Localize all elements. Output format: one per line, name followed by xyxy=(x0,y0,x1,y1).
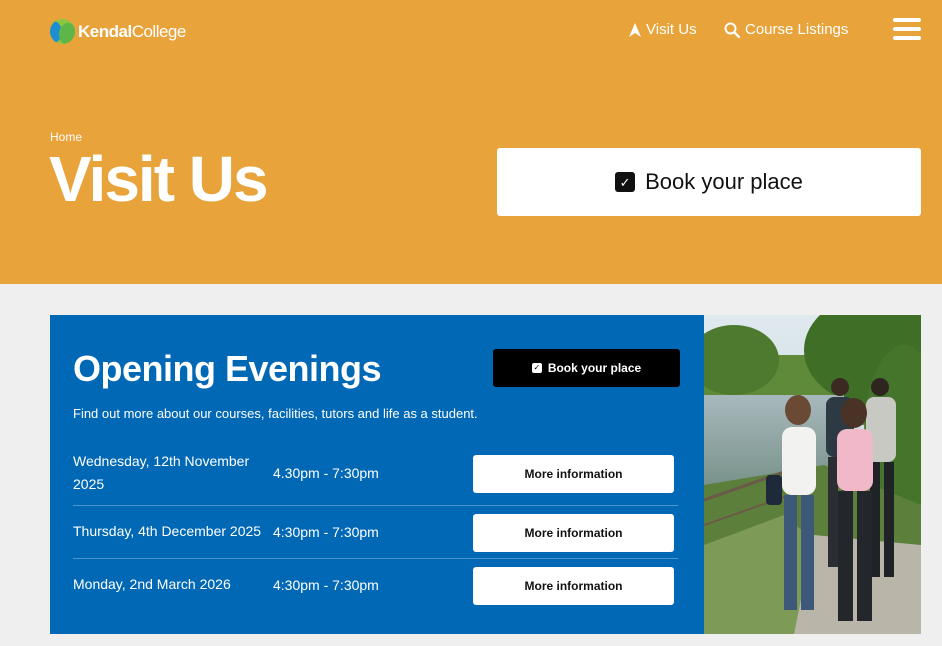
nav-course-listings[interactable]: Course Listings xyxy=(724,21,848,38)
navigation-arrow-icon xyxy=(629,22,641,37)
nav-visit-us-label: Visit Us xyxy=(646,21,697,38)
event-row: Thursday, 4th December 2025 4:30pm - 7:3… xyxy=(73,506,678,559)
events-book-label: Book your place xyxy=(547,361,642,375)
checkbox-icon: ✓ xyxy=(531,363,542,373)
more-information-button[interactable]: More information xyxy=(473,455,674,493)
more-information-button[interactable]: More information xyxy=(473,514,674,552)
opening-evenings-panel: Opening Evenings ✓ Book your place Find … xyxy=(50,315,704,634)
events-book-your-place-button[interactable]: ✓ Book your place xyxy=(493,349,680,387)
event-date: Wednesday, 12th November 2025 xyxy=(73,453,250,492)
breadcrumb-home[interactable]: Home xyxy=(50,130,82,144)
checkbox-icon: ✓ xyxy=(615,172,636,192)
opening-evenings-title: Opening Evenings xyxy=(73,348,382,389)
event-date: Monday, 2nd March 2026 xyxy=(73,576,231,592)
book-your-place-label: Book your place xyxy=(645,169,803,194)
event-date: Thursday, 4th December 2025 xyxy=(73,523,262,539)
book-your-place-button[interactable]: ✓ Book your place xyxy=(497,148,921,216)
event-row: Monday, 2nd March 2026 4:30pm - 7:30pm M… xyxy=(73,559,678,619)
hamburger-menu-icon[interactable] xyxy=(893,18,921,42)
search-icon xyxy=(724,22,740,38)
events-intro-text: Find out more about our courses, facilit… xyxy=(73,406,478,421)
event-row: Wednesday, 12th November 2025 4.30pm - 7… xyxy=(73,448,678,506)
event-time: 4:30pm - 7:30pm xyxy=(273,524,379,540)
page-title: Visit Us xyxy=(49,143,269,215)
nav-course-listings-label: Course Listings xyxy=(745,21,849,38)
logo-text-bold: Kendal xyxy=(78,21,132,41)
college-logo[interactable]: KendalCollege xyxy=(50,19,186,44)
logo-text-regular: College xyxy=(131,21,187,41)
logo-mark-icon xyxy=(50,19,75,44)
nav-visit-us[interactable]: Visit Us xyxy=(629,21,697,38)
event-time: 4:30pm - 7:30pm xyxy=(273,577,379,593)
more-information-button[interactable]: More information xyxy=(473,567,674,605)
hero-banner: KendalCollege Visit Us Course Listings H… xyxy=(0,0,942,284)
event-time: 4.30pm - 7:30pm xyxy=(273,465,379,481)
students-walking-photo xyxy=(704,315,921,634)
